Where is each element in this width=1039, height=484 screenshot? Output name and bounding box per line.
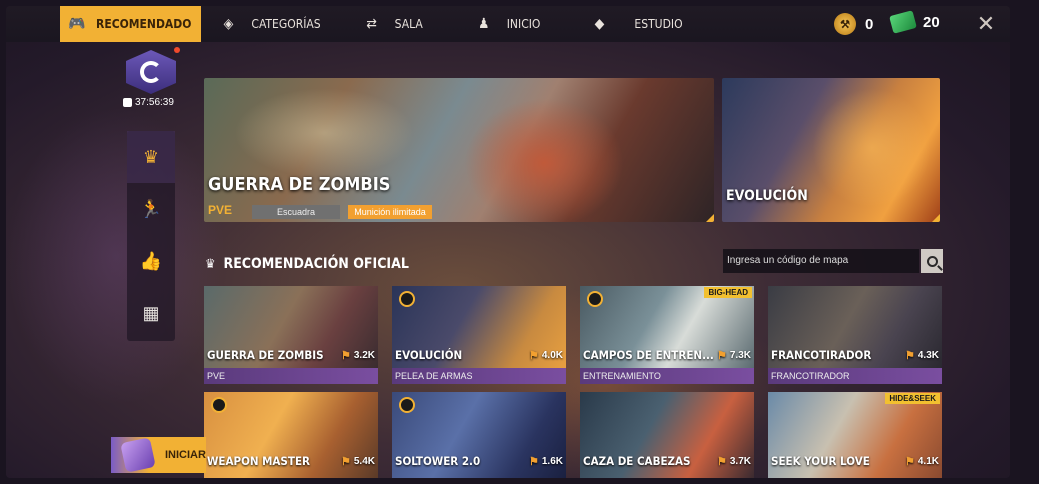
event-badge[interactable] bbox=[126, 50, 176, 94]
tab-sala[interactable]: ⇄ SALA bbox=[363, 6, 422, 42]
mode-card[interactable]: CAZA DE CABEZAS ⚑ 3.7K bbox=[580, 392, 754, 478]
corner-marker bbox=[706, 214, 714, 222]
mode-card[interactable]: HIDE&SEEK SEEK YOUR LOVE ⚑ 4.1K bbox=[768, 392, 942, 478]
room-icon: ⇄ bbox=[366, 16, 377, 32]
layers-icon: ◈ bbox=[223, 16, 234, 32]
map-code-input[interactable]: Ingresa un código de mapa bbox=[723, 249, 919, 273]
special-badge-icon bbox=[399, 397, 415, 413]
search-button[interactable] bbox=[921, 249, 943, 273]
players-icon: ⚑ bbox=[717, 350, 727, 362]
players-icon: ⚑ bbox=[905, 456, 915, 468]
tab-estudio[interactable]: ◆ ESTUDIO bbox=[590, 6, 683, 42]
mode-card[interactable]: SOLTOWER 2.0 ⚑ 1.6K bbox=[392, 392, 566, 478]
players-icon: ⚑ bbox=[529, 456, 539, 468]
background-glow bbox=[6, 106, 226, 406]
tab-categorias[interactable]: ◈ CATEGORÍAS bbox=[219, 6, 321, 42]
corner-marker bbox=[932, 214, 940, 222]
clock-icon bbox=[123, 98, 132, 107]
event-timer: 37:56:39 bbox=[123, 97, 174, 108]
notification-dot bbox=[174, 47, 180, 53]
special-badge-icon bbox=[211, 397, 227, 413]
game-lobby: 🎮 RECOMENDADO ◈ CATEGORÍAS ⇄ SALA ♟ INIC… bbox=[6, 6, 1010, 478]
start-button[interactable]: INICIAR bbox=[111, 437, 206, 473]
banner-title: GUERRA DE ZOMBIS bbox=[208, 174, 391, 195]
cash-icon bbox=[889, 10, 917, 34]
currency-coins[interactable]: ⚒ 0 bbox=[834, 13, 873, 35]
ammo-chip: Munición ilimitada bbox=[348, 205, 432, 219]
tab-inicio[interactable]: ♟ INICIO bbox=[475, 6, 540, 42]
crown-icon[interactable]: ♛ bbox=[127, 131, 175, 183]
crown-icon: ♛ bbox=[205, 256, 216, 272]
coin-icon: ⚒ bbox=[834, 13, 856, 35]
players-icon: ⚑ bbox=[341, 350, 351, 362]
apps-icon[interactable]: ▦ bbox=[127, 287, 175, 339]
mode-card[interactable]: BIG-HEAD CAMPOS DE ENTREN... ⚑ 7.3K ENTRE… bbox=[580, 286, 754, 384]
players-icon: ⚑ bbox=[341, 456, 351, 468]
sidebar: ♛ 🏃 👍 ▦ bbox=[127, 131, 175, 341]
banner-guerra-de-zombis[interactable]: GUERRA DE ZOMBIS PVE Escuadra Munición i… bbox=[204, 78, 714, 222]
person-icon: ♟ bbox=[478, 16, 490, 32]
players-icon: ⚑ bbox=[717, 456, 727, 468]
top-nav-bar: 🎮 RECOMENDADO ◈ CATEGORÍAS ⇄ SALA ♟ INIC… bbox=[6, 6, 1010, 42]
studio-icon: ◆ bbox=[594, 16, 605, 32]
squad-chip: Escuadra bbox=[252, 205, 340, 219]
mode-card[interactable]: FRANCOTIRADOR ⚑ 4.3K FRANCOTIRADOR bbox=[768, 286, 942, 384]
players-icon: ⚑ bbox=[529, 350, 539, 362]
mode-card[interactable]: WEAPON MASTER ⚑ 5.4K bbox=[204, 392, 378, 478]
close-icon[interactable]: ✕ bbox=[972, 10, 1000, 38]
thumbs-up-icon[interactable]: 👍 bbox=[127, 235, 175, 287]
runner-icon[interactable]: 🏃 bbox=[127, 183, 175, 235]
dice-icon bbox=[120, 437, 156, 473]
banner-title: EVOLUCIÓN bbox=[726, 188, 808, 204]
gamepad-icon: 🎮 bbox=[68, 16, 86, 32]
banner-mode: PVE bbox=[208, 203, 233, 217]
tab-recomendado[interactable]: 🎮 RECOMENDADO bbox=[60, 6, 202, 42]
currency-cash[interactable]: 20 bbox=[889, 10, 940, 34]
mode-card[interactable]: GUERRA DE ZOMBIS ⚑ 3.2K PVE bbox=[204, 286, 378, 384]
special-badge-icon bbox=[399, 291, 415, 307]
mode-card[interactable]: EVOLUCIÓN ⚑ 4.0K PELEA DE ARMAS bbox=[392, 286, 566, 384]
banner-evolucion[interactable]: EVOLUCIÓN bbox=[722, 78, 940, 222]
event-logo-icon bbox=[140, 61, 162, 83]
section-title: ♛ RECOMENDACIÓN OFICIAL bbox=[205, 256, 409, 272]
special-badge-icon bbox=[587, 291, 603, 307]
players-icon: ⚑ bbox=[905, 350, 915, 362]
search-icon bbox=[926, 255, 938, 267]
